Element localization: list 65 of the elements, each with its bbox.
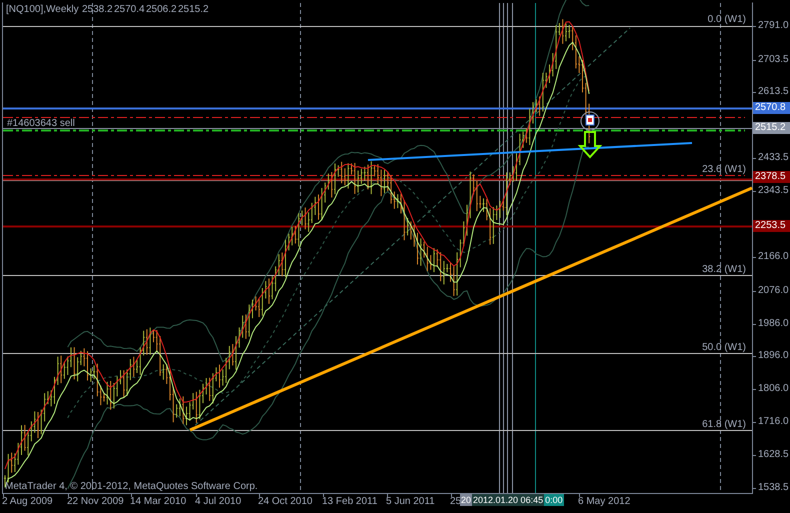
axis-tick [323,492,324,498]
price-axis-label: 2613.5 [758,86,789,98]
axis-tick [752,291,756,292]
ohlc-value: 2506.2 [146,4,177,16]
axis-tick [68,492,69,498]
axis-tick [752,257,756,258]
time-label-badge: 0:00 [544,494,564,506]
axis-tick [752,324,756,325]
axis-tick [451,492,452,498]
time-axis-label: 14 Mar 2010 [130,496,186,508]
price-axis-label: 1986.0 [758,318,789,330]
axis-tick [196,492,197,498]
price-label-badge: 2253.5 [753,220,790,232]
axis-tick [131,492,132,498]
chart-symbol-title: [NQ100],Weekly [6,4,79,16]
axis-tick [752,158,756,159]
time-axis-label: 5 Jun 2011 [386,496,435,508]
time-axis-label: 6 May 2012 [578,496,630,508]
time-axis-label: 4 Jul 2010 [195,496,242,508]
copyright-text: MetaTrader 4, © 2001-2012, MetaQuotes Software Corp. [5,481,258,493]
fibonacci-level-label: 61.8 (W1) [702,419,746,431]
axis-tick [752,60,756,61]
time-axis-label: 13 Feb 2011 [322,496,378,508]
axis-tick [752,455,756,456]
axis-tick [752,92,756,93]
down-arrow-icon [578,131,602,158]
axis-tick [752,26,756,27]
price-axis-label: 2433.5 [758,152,789,164]
price-axis-label: 1896.0 [758,350,789,362]
order-label: #14603643 sell [7,118,75,130]
price-axis-label: 1716.0 [758,416,789,428]
ohlc-value: 2570.4 [114,4,145,16]
axis-tick [3,492,4,498]
price-label-badge: 2570.8 [753,102,790,114]
price-axis-label: 2166.0 [758,251,789,263]
axis-tick [752,488,756,489]
axis-tick [752,422,756,423]
time-axis-label: 22 Nov 2009 [67,496,124,508]
time-label-badge: 2012.01.20 06:45 [472,494,544,506]
axis-tick [259,492,260,498]
price-label-badge: 2515.2 [753,122,790,134]
price-axis-label: 1806.0 [758,383,789,395]
axis-tick [752,191,756,192]
price-axis-label: 2703.5 [758,54,789,66]
time-axis-label: 2 Aug 2009 [2,496,53,508]
price-axis-label: 2791.0 [758,20,789,32]
price-axis-label: 1538.5 [758,482,789,494]
price-axis-label: 2343.5 [758,185,789,197]
fibonacci-level-label: 23.6 (W1) [702,164,746,176]
fibonacci-level-label: 38.2 (W1) [702,264,746,276]
axis-tick [579,492,580,498]
order-marker-icon [580,112,600,130]
price-axis-label: 1628.5 [758,449,789,461]
axis-tick [752,356,756,357]
fibonacci-level-label: 50.0 (W1) [702,342,746,354]
ohlc-value: 2515.2 [178,4,209,16]
time-axis-label: 24 Oct 2010 [258,496,312,508]
fibonacci-level-label: 0.0 (W1) [708,14,746,26]
axis-tick [752,389,756,390]
time-label-badge: 20 [460,494,472,506]
price-axis-label: 2076.0 [758,285,789,297]
time-axis-label: 25 [450,496,462,508]
ohlc-value: 2538.2 [82,4,113,16]
axis-tick [387,492,388,498]
price-label-badge: 2378.5 [753,171,790,183]
